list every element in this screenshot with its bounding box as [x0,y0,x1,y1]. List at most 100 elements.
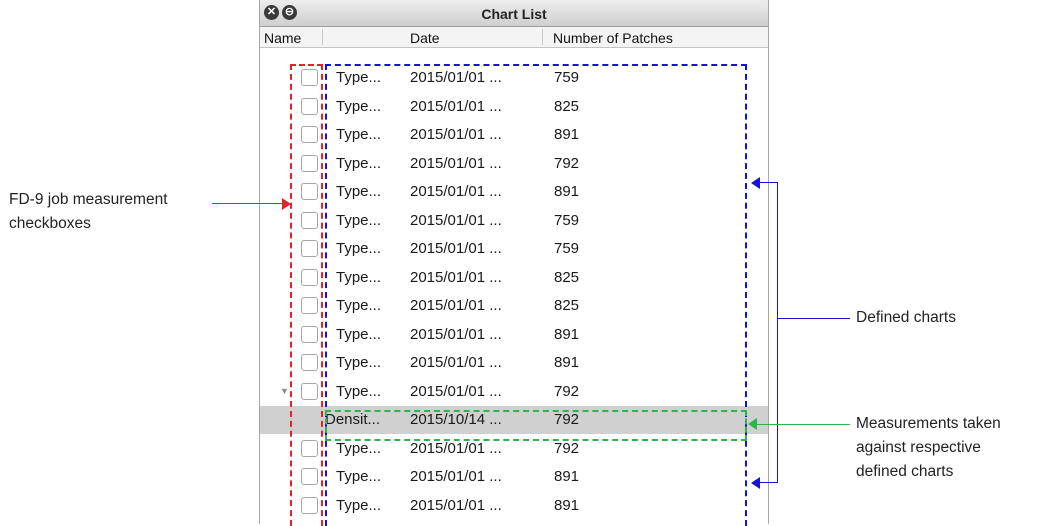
row-date: 2015/01/01 ... [410,468,502,485]
row-date: 2015/01/01 ... [410,325,502,343]
row-patches: 891 [554,354,580,371]
column-separator [542,29,543,45]
row-date: 2015/01/01 ... [410,126,502,143]
blue-bracket [777,182,778,483]
green-arrow-icon [748,418,757,430]
row-name: Type... [336,154,382,172]
row-name: Type... [336,268,382,286]
checkboxes-annotation-label: FD-9 job measurement checkboxes [9,191,168,232]
measurement-checkbox[interactable] [301,240,318,257]
row-name: Type... [336,325,382,343]
row-name: Type... [336,496,382,514]
row-name: Type... [336,126,382,143]
table-row[interactable]: Type... 2015/01/01 ... 792 [260,435,768,463]
table-row[interactable]: Type... 2015/01/01 ... 891 [260,178,768,206]
row-patches: 759 [554,240,580,257]
window-title: Chart List [481,6,547,22]
checkboxes-connector-line [212,203,284,204]
row-patches: 891 [554,496,580,514]
measurement-checkbox[interactable] [301,297,318,314]
column-header-patches[interactable]: Number of Patches [553,30,673,46]
table-row[interactable]: Type... 2015/01/01 ... 792 [260,150,768,178]
table-row[interactable]: Type... 2015/01/01 ... 891 [260,349,768,377]
row-patches: 792 [554,154,580,172]
row-patches: 891 [554,468,580,485]
measurement-checkbox[interactable] [301,268,318,286]
row-patches: 792 [554,439,580,457]
row-date: 2015/01/01 ... [410,354,502,371]
row-name: Type... [336,297,382,314]
measurement-checkbox[interactable] [301,126,318,143]
blue-bracket-top [760,182,777,183]
row-date: 2015/01/01 ... [410,268,502,286]
row-date: 2015/01/01 ... [410,183,502,200]
row-patches: 891 [554,325,580,343]
row-date: 2015/01/01 ... [410,69,502,86]
table-row[interactable]: Type... 2015/01/01 ... 891 [260,492,768,520]
row-patches: 891 [554,183,580,200]
table-row[interactable]: Type... 2015/01/01 ... 891 [260,121,768,149]
row-patches: 759 [554,69,580,86]
row-patches: 825 [554,268,580,286]
table-row[interactable]: ▼ Type... 2015/01/01 ... 792 [260,378,768,406]
measurement-checkbox[interactable] [301,354,318,371]
red-arrow-icon [282,198,291,210]
measurement-checkbox[interactable] [301,154,318,172]
row-date: 2015/01/01 ... [410,97,502,115]
row-name: Type... [336,183,382,200]
row-name: Densit... [325,411,381,428]
measurement-checkbox[interactable] [301,382,318,400]
column-header-row: Name Date Number of Patches [260,27,768,48]
table-row[interactable]: Type... 2015/01/01 ... 891 [260,463,768,491]
measurement-checkbox[interactable] [301,69,318,86]
defined-charts-annotation-label: Defined charts [856,309,956,326]
row-date: 2015/10/14 ... [410,411,502,428]
table-row[interactable]: Type... 2015/01/01 ... 759 [260,207,768,235]
defined-charts-connector-line [777,318,850,319]
blue-bracket-bottom [760,482,777,483]
measurement-checkbox[interactable] [301,439,318,457]
table-row[interactable]: Type... 2015/01/01 ... 825 [260,264,768,292]
blue-arrow-icon [751,477,760,489]
column-header-date[interactable]: Date [410,30,440,46]
disclosure-triangle-icon[interactable]: ▼ [280,386,289,396]
row-patches: 792 [554,382,580,400]
measurement-checkbox[interactable] [301,496,318,514]
row-patches: 825 [554,297,580,314]
row-patches: 792 [554,411,580,428]
title-bar: ✕ ⊖ Chart List [260,0,768,27]
row-name: Type... [336,97,382,115]
measurement-checkbox[interactable] [301,468,318,485]
row-name: Type... [336,468,382,485]
measurements-annotation-label: Measurements taken against respective de… [856,415,1001,480]
measurement-checkbox[interactable] [301,325,318,343]
row-date: 2015/01/01 ... [410,240,502,257]
row-name: Type... [336,354,382,371]
column-header-name[interactable]: Name [264,30,301,46]
row-name: Type... [336,240,382,257]
table-row[interactable]: Type... 2015/01/01 ... 825 [260,292,768,320]
table-row[interactable]: Type... 2015/01/01 ... 759 [260,235,768,263]
row-date: 2015/01/01 ... [410,496,502,514]
table-row[interactable]: Densit... 2015/10/14 ... 792 [260,406,768,434]
table-row[interactable]: Type... 2015/01/01 ... 825 [260,93,768,121]
measurements-connector-line [757,424,850,425]
table-row[interactable]: Type... 2015/01/01 ... 759 [260,64,768,92]
row-name: Type... [336,69,382,86]
row-patches: 759 [554,211,580,229]
measurement-checkbox[interactable] [301,183,318,200]
measurement-checkbox[interactable] [301,97,318,115]
row-date: 2015/01/01 ... [410,297,502,314]
row-date: 2015/01/01 ... [410,382,502,400]
row-date: 2015/01/01 ... [410,211,502,229]
row-patches: 825 [554,97,580,115]
measurement-checkbox[interactable] [301,211,318,229]
row-date: 2015/01/01 ... [410,154,502,172]
row-name: Type... [336,439,382,457]
table-row[interactable]: Type... 2015/01/01 ... 891 [260,321,768,349]
row-name: Type... [336,382,382,400]
chart-list-window: ✕ ⊖ Chart List Name Date Number of Patch… [259,0,769,524]
row-patches: 891 [554,126,580,143]
row-name: Type... [336,211,382,229]
row-date: 2015/01/01 ... [410,439,502,457]
